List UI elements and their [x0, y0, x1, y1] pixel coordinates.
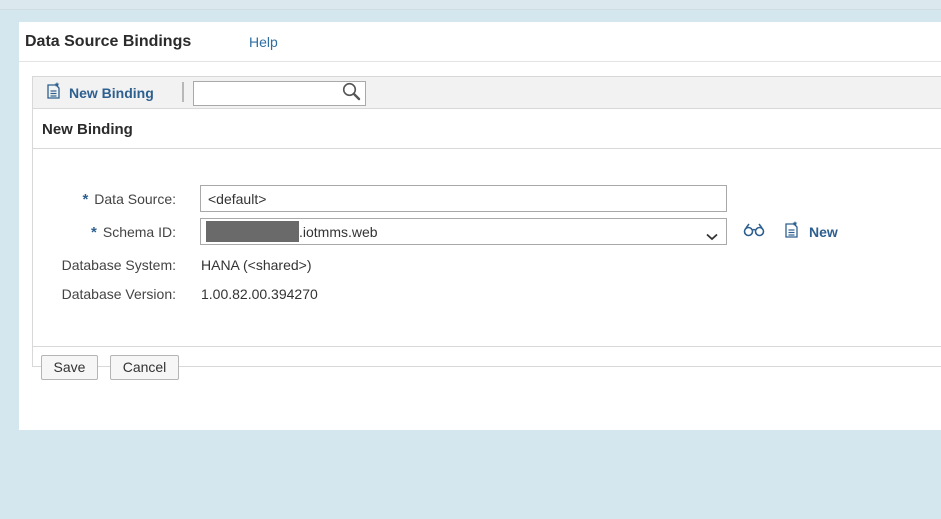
- search-input[interactable]: [194, 82, 339, 105]
- database-version-row: Database Version: 1.00.82.00.394270: [33, 279, 941, 309]
- data-source-input[interactable]: [200, 185, 727, 212]
- chevron-down-icon: [706, 228, 718, 246]
- binoculars-icon: [743, 223, 765, 242]
- app-title: Data Source Bindings: [25, 33, 192, 50]
- schema-id-value: .iotmms.web: [299, 224, 378, 240]
- document-new-icon: [47, 82, 61, 104]
- data-source-label: * Data Source:: [82, 191, 176, 208]
- required-indicator: *: [82, 191, 89, 208]
- form-footer: Save Cancel: [33, 346, 941, 388]
- database-system-value: HANA (<shared>): [201, 257, 312, 273]
- data-source-row: * Data Source:: [33, 184, 941, 214]
- document-new-icon: [785, 221, 799, 243]
- cancel-button[interactable]: Cancel: [110, 355, 179, 380]
- schema-id-label: * Schema ID:: [91, 224, 176, 241]
- schema-id-select[interactable]: .iotmms.web: [200, 218, 727, 245]
- search-button[interactable]: [339, 82, 363, 106]
- app-header: Data Source Bindings Help: [19, 22, 941, 62]
- help-link[interactable]: Help: [249, 34, 278, 50]
- schema-id-label-text: Schema ID:: [102, 224, 176, 240]
- redacted-value: [206, 221, 299, 242]
- section-title: New Binding: [42, 121, 133, 138]
- binding-panel: New Binding New Binding * Data Source: <…: [32, 76, 941, 380]
- search-icon: [342, 82, 361, 106]
- top-strip: [0, 0, 941, 10]
- toolbar: New Binding: [33, 77, 941, 109]
- schema-new-label: New: [809, 224, 838, 240]
- toolbar-separator: [182, 82, 184, 102]
- schema-lookup-button[interactable]: [742, 222, 766, 242]
- search-box: [193, 81, 366, 106]
- schema-new-button[interactable]: New: [785, 221, 838, 243]
- new-binding-label: New Binding: [69, 85, 154, 101]
- schema-id-row: * Schema ID: .iotmms.web New: [33, 217, 941, 247]
- required-indicator: *: [91, 224, 97, 241]
- section-header: New Binding: [33, 109, 941, 149]
- save-button[interactable]: Save: [41, 355, 98, 380]
- data-source-label-text: Data Source:: [94, 191, 176, 207]
- database-version-label: Database Version:: [61, 286, 176, 302]
- database-version-value: 1.00.82.00.394270: [201, 286, 318, 302]
- binding-form: * Data Source: * Schema ID: .iotmms.web: [33, 149, 941, 346]
- database-system-label: Database System:: [61, 257, 176, 273]
- new-binding-button[interactable]: New Binding: [47, 82, 154, 104]
- app-shell: Data Source Bindings Help New Binding Ne…: [19, 22, 941, 430]
- database-system-row: Database System: HANA (<shared>): [33, 250, 941, 280]
